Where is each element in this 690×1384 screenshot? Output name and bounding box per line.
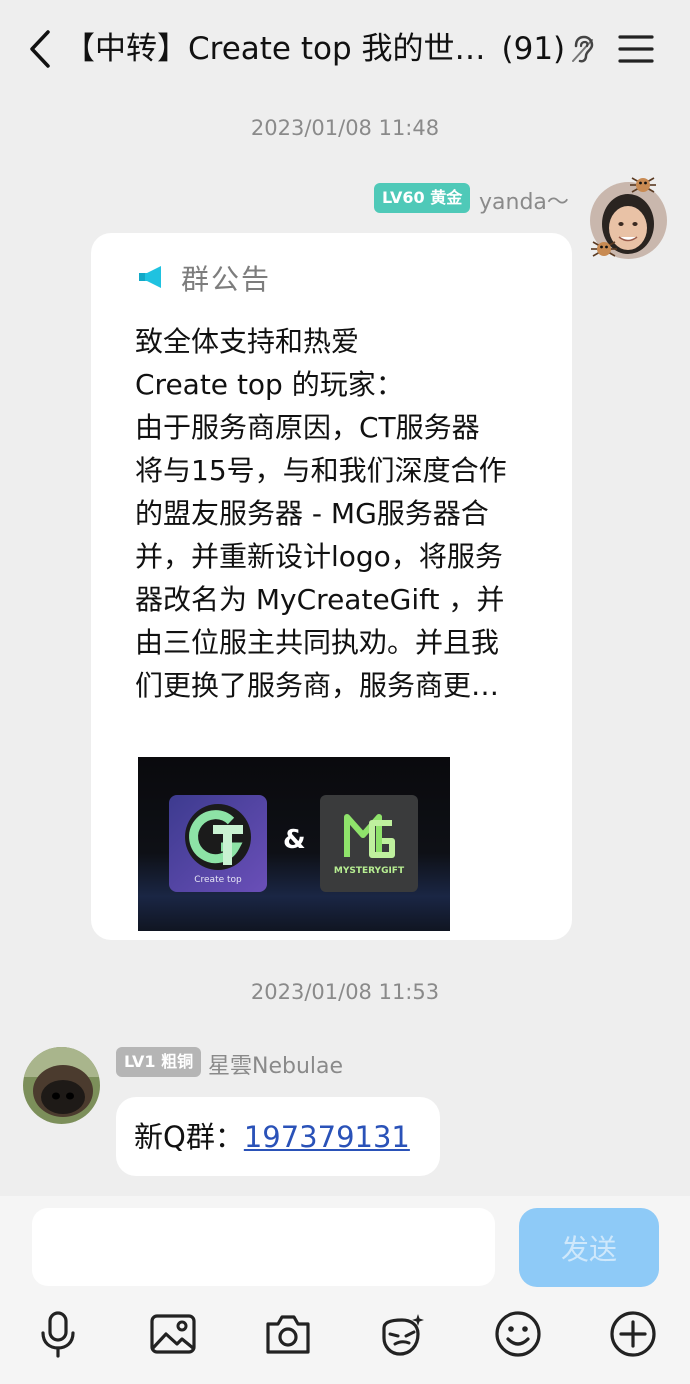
mysterygift-logo: MYSTERYGIFT [320,795,418,892]
create-top-logo-text: Create top [194,875,242,885]
ampersand: & [283,825,306,855]
create-top-logo: Create top [169,795,267,892]
avatar[interactable] [23,1047,100,1124]
megaphone-icon [137,264,165,290]
level-badge: LV60 黄金 [374,183,471,213]
message-prefix: 新Q群： [134,1120,244,1154]
back-icon[interactable] [26,28,56,70]
message-input[interactable] [32,1208,495,1286]
group-number-link[interactable]: 197379131 [244,1120,410,1154]
camera-icon[interactable] [264,1310,312,1358]
spider-icon [628,172,658,196]
level-badge: LV1 粗铜 [116,1047,202,1077]
plus-icon[interactable] [609,1310,657,1358]
image-icon[interactable] [149,1310,197,1358]
announcement-image[interactable]: Create top & MYSTERYGIFT [138,757,450,931]
announcement-title: 群公告 [181,263,272,296]
announcement-body: 致全体支持和热爱 Create top 的玩家： 由于服务商原因，CT服务器 将… [135,325,507,702]
sticker-icon[interactable] [378,1310,426,1358]
menu-icon[interactable] [618,34,654,64]
member-count: (91) [501,31,566,67]
send-button[interactable]: 发送 [519,1208,659,1287]
emoji-icon[interactable] [494,1310,542,1358]
chat-title: 【中转】Create top 我的世… (91) [64,31,566,67]
sender-name[interactable]: yanda～ [479,184,569,216]
spider-icon [589,236,619,260]
sender-name[interactable]: 星雲Nebulae [208,1048,343,1080]
message-text: 新Q群：197379131 [134,1115,410,1159]
mic-icon[interactable] [34,1310,82,1358]
timestamp: 2023/01/08 11:53 [250,980,440,1004]
mysterygift-logo-text: MYSTERYGIFT [333,866,405,876]
ear-icon[interactable] [570,34,596,64]
timestamp: 2023/01/08 11:48 [250,116,440,140]
